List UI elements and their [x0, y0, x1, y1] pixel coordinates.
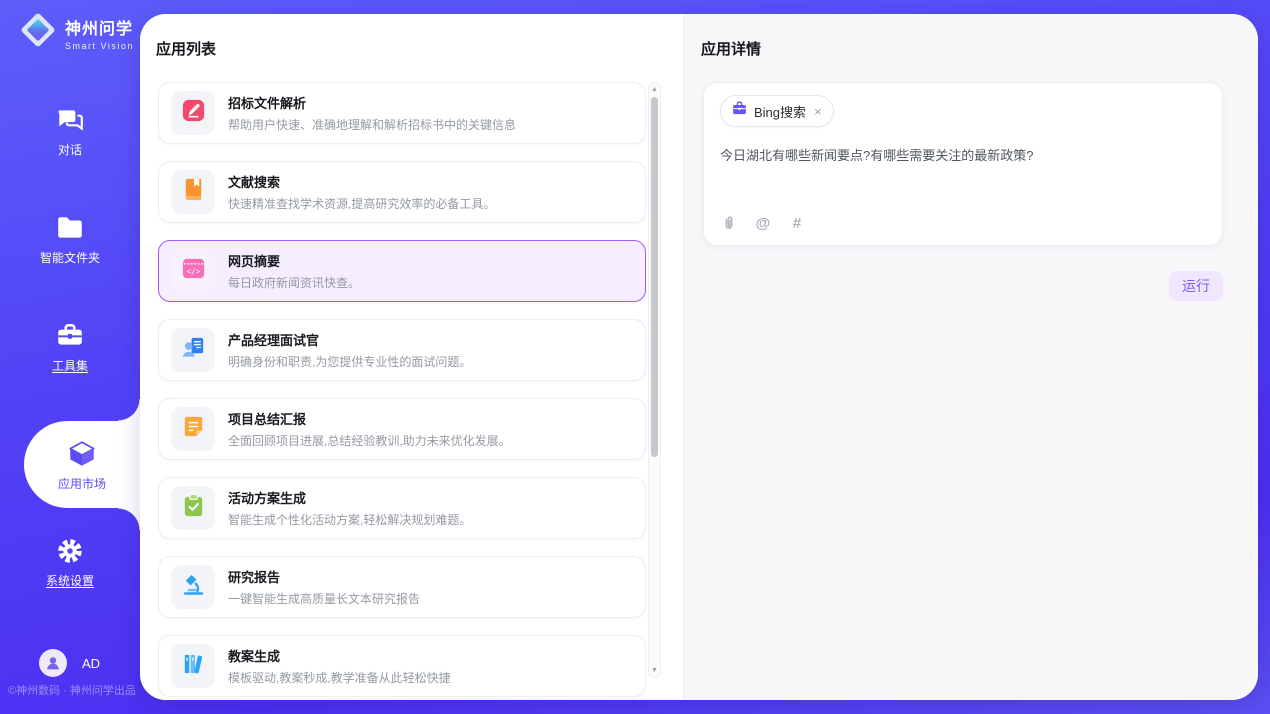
user-icon: [44, 654, 62, 672]
prompt-card: Bing搜索 × 今日湖北有哪些新闻要点?有哪些需要关注的最新政策? @ #: [703, 82, 1223, 246]
edit-square-icon: [180, 97, 207, 129]
scroll-down-icon[interactable]: ▼: [649, 667, 660, 674]
app-icon-tile: [171, 486, 215, 530]
tool-tag-bing-search[interactable]: Bing搜索 ×: [720, 95, 834, 127]
sidebar-item[interactable]: 系统设置: [0, 531, 140, 593]
at-icon[interactable]: @: [754, 214, 772, 232]
close-icon[interactable]: ×: [814, 105, 822, 118]
briefcase-icon: [731, 100, 748, 122]
sidebar-item[interactable]: 工具集: [0, 316, 140, 378]
cube-icon: [67, 438, 97, 470]
sidebar-item[interactable]: 应用市场: [24, 421, 140, 508]
app-list: 招标文件解析 帮助用户快速、准确地理解和解析招标书中的关键信息 文献搜索 快速精…: [158, 82, 646, 700]
interviewer-icon: [180, 334, 207, 366]
user-menu[interactable]: AD: [39, 649, 100, 677]
app-icon-tile: [171, 91, 215, 135]
app-card-name: 招标文件解析: [228, 93, 516, 112]
svg-text:</>: </>: [186, 267, 200, 276]
prompt-toolbar: @ #: [720, 214, 806, 232]
app-card[interactable]: 文献搜索 快速精准查找学术资源,提高研究效率的必备工具。: [158, 161, 646, 223]
toolbox-icon: [55, 320, 85, 352]
app-icon-tile: [171, 644, 215, 688]
app-card-name: 研究报告: [228, 567, 420, 586]
sidebar-item-label: 对话: [58, 141, 82, 158]
app-icon-tile: </>: [171, 249, 215, 293]
app-card[interactable]: </> 网页摘要 每日政府新闻资讯快查。: [158, 240, 646, 302]
tool-tag-label: Bing搜索: [754, 102, 806, 121]
app-card-description: 快速精准查找学术资源,提高研究效率的必备工具。: [228, 195, 495, 212]
sidebar-item-label: 智能文件夹: [40, 249, 100, 266]
browser-icon: </>: [180, 255, 207, 287]
app-card-name: 项目总结汇报: [228, 409, 511, 428]
books-icon: [180, 650, 207, 682]
app-card[interactable]: 招标文件解析 帮助用户快速、准确地理解和解析招标书中的关键信息: [158, 82, 646, 144]
app-list-section: 应用列表 招标文件解析 帮助用户快速、准确地理解和解析招标书中的关键信息: [140, 14, 683, 700]
app-detail-section: 应用详情 Bing搜索 × 今日湖北有哪些新闻要点?有哪些需要关注的最新政策?: [683, 14, 1258, 700]
app-card-description: 明确身份和职责,为您提供专业性的面试问题。: [228, 353, 471, 370]
main-panel: 应用列表 招标文件解析 帮助用户快速、准确地理解和解析招标书中的关键信息: [140, 14, 1258, 700]
book-icon: [180, 176, 207, 208]
sidebar-item[interactable]: 对话: [0, 100, 140, 162]
sidebar: 神州问学 Smart Vision 对话 智能文件夹 工具集 应用市场: [0, 0, 140, 714]
sidebar-item-label: 工具集: [52, 357, 88, 374]
avatar[interactable]: [39, 649, 67, 677]
app-card-description: 帮助用户快速、准确地理解和解析招标书中的关键信息: [228, 116, 516, 133]
folder-icon: [55, 212, 85, 244]
app-card-description: 每日政府新闻资讯快查。: [228, 274, 360, 291]
app-card-description: 模板驱动,教案秒成,教学准备从此轻松快捷: [228, 669, 451, 686]
paperclip-icon[interactable]: [720, 214, 738, 232]
app-card[interactable]: 教案生成 模板驱动,教案秒成,教学准备从此轻松快捷: [158, 635, 646, 697]
sidebar-nav: 对话 智能文件夹 工具集 应用市场 系统设置: [0, 0, 140, 714]
scroll-up-icon[interactable]: ▲: [649, 86, 660, 93]
run-button[interactable]: 运行: [1169, 271, 1223, 301]
app-card-name: 活动方案生成: [228, 488, 471, 507]
sidebar-item-label: 系统设置: [46, 572, 94, 589]
hash-icon[interactable]: #: [788, 214, 806, 232]
app-icon-tile: [171, 328, 215, 372]
app-card[interactable]: 项目总结汇报 全面回顾项目进展,总结经验教训,助力未来优化发展。: [158, 398, 646, 460]
app-card-name: 网页摘要: [228, 251, 360, 270]
scrollbar-thumb[interactable]: [651, 97, 658, 457]
app-card-name: 教案生成: [228, 646, 451, 665]
app-card-description: 全面回顾项目进展,总结经验教训,助力未来优化发展。: [228, 432, 511, 449]
app-icon-tile: [171, 407, 215, 451]
sidebar-item[interactable]: 智能文件夹: [0, 208, 140, 270]
prompt-input[interactable]: 今日湖北有哪些新闻要点?有哪些需要关注的最新政策?: [720, 146, 1206, 166]
app-icon-tile: [171, 565, 215, 609]
chat-icon: [55, 104, 85, 136]
list-scrollbar[interactable]: ▲ ▼: [648, 82, 661, 678]
clipboard-check-icon: [180, 492, 207, 524]
app-card-name: 产品经理面试官: [228, 330, 471, 349]
note-icon: [180, 413, 207, 445]
app-list-title: 应用列表: [156, 38, 216, 59]
app-card[interactable]: 活动方案生成 智能生成个性化活动方案,轻松解决规划难题。: [158, 477, 646, 539]
user-name: AD: [82, 656, 100, 671]
app-card[interactable]: 产品经理面试官 明确身份和职责,为您提供专业性的面试问题。: [158, 319, 646, 381]
microscope-icon: [180, 571, 207, 603]
app-card-description: 智能生成个性化活动方案,轻松解决规划难题。: [228, 511, 471, 528]
app-card[interactable]: 研究报告 一键智能生成高质量长文本研究报告: [158, 556, 646, 618]
copyright-footer: ©神州数码 · 神州问学出品: [8, 682, 136, 698]
sidebar-item-label: 应用市场: [58, 475, 106, 492]
app-card-description: 一键智能生成高质量长文本研究报告: [228, 590, 420, 607]
app-detail-title: 应用详情: [701, 38, 761, 59]
gear-icon: [55, 535, 85, 567]
app-icon-tile: [171, 170, 215, 214]
app-card-name: 文献搜索: [228, 172, 495, 191]
